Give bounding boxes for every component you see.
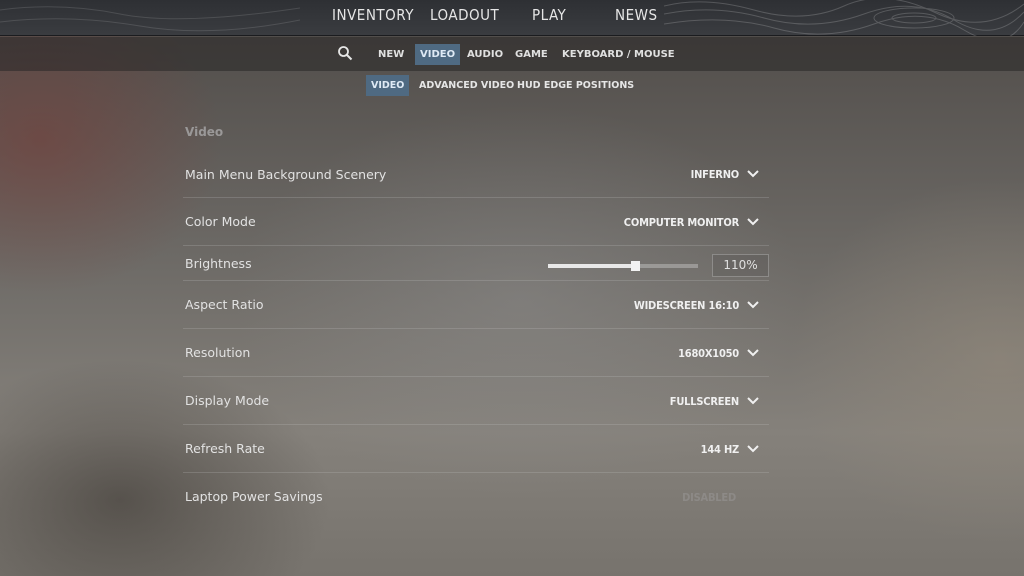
- tab-game[interactable]: GAME: [510, 44, 553, 65]
- setting-row-aspect-ratio: Aspect Ratio WIDESCREEN 16:10: [183, 281, 769, 329]
- dropdown-value: FULLSCREEN: [669, 394, 739, 408]
- tab-audio[interactable]: AUDIO: [462, 44, 508, 65]
- setting-row-color-mode: Color Mode COMPUTER MONITOR: [183, 198, 769, 246]
- brightness-value-field[interactable]: 110%: [712, 254, 769, 277]
- dropdown-value: 1680X1050: [678, 346, 739, 360]
- setting-label: Main Menu Background Scenery: [185, 167, 387, 182]
- dropdown-value: WIDESCREEN 16:10: [633, 298, 739, 312]
- search-icon[interactable]: [337, 45, 353, 61]
- dropdown-value-disabled: DISABLED: [682, 490, 736, 504]
- setting-row-display-mode: Display Mode FULLSCREEN: [183, 377, 769, 425]
- subtab-advanced-video[interactable]: ADVANCED VIDEO: [414, 75, 519, 96]
- color-mode-dropdown[interactable]: COMPUTER MONITOR: [624, 212, 759, 232]
- slider-fill: [548, 264, 635, 268]
- setting-row-refresh-rate: Refresh Rate 144 HZ: [183, 425, 769, 473]
- brightness-slider[interactable]: [548, 261, 698, 271]
- setting-label: Laptop Power Savings: [185, 489, 323, 504]
- laptop-power-savings-dropdown: DISABLED: [682, 487, 736, 507]
- nav-inventory[interactable]: INVENTORY: [332, 6, 414, 28]
- topographic-pattern: [0, 6, 300, 32]
- chevron-down-icon: [747, 218, 759, 226]
- dropdown-value: INFERNO: [690, 167, 740, 181]
- setting-label: Brightness: [185, 256, 252, 271]
- nav-news[interactable]: NEWS: [615, 6, 658, 28]
- subtab-video[interactable]: VIDEO: [366, 75, 410, 96]
- setting-label: Refresh Rate: [185, 441, 265, 456]
- setting-row-resolution: Resolution 1680X1050: [183, 329, 769, 377]
- setting-label: Color Mode: [185, 214, 256, 229]
- dropdown-value: 144 HZ: [700, 442, 740, 456]
- aspect-ratio-dropdown[interactable]: WIDESCREEN 16:10: [634, 295, 759, 315]
- tab-keyboard-mouse[interactable]: KEYBOARD / MOUSE: [557, 44, 680, 65]
- nav-play[interactable]: PLAY: [532, 6, 566, 28]
- subtab-hud-edge-positions[interactable]: HUD EDGE POSITIONS: [512, 75, 639, 96]
- topographic-pattern: [664, 0, 1024, 36]
- tab-new[interactable]: NEW: [373, 44, 409, 65]
- settings-tab-bar: NEW VIDEO AUDIO GAME KEYBOARD / MOUSE: [0, 37, 1024, 71]
- setting-row-brightness: Brightness 110%: [183, 246, 769, 281]
- resolution-dropdown[interactable]: 1680X1050: [678, 343, 759, 363]
- chevron-down-icon: [747, 397, 759, 405]
- display-mode-dropdown[interactable]: FULLSCREEN: [670, 391, 759, 411]
- setting-label: Display Mode: [185, 393, 270, 408]
- setting-label: Resolution: [185, 345, 251, 360]
- chevron-down-icon: [747, 445, 759, 453]
- chevron-down-icon: [747, 301, 759, 309]
- nav-loadout[interactable]: LOADOUT: [430, 6, 499, 28]
- refresh-rate-dropdown[interactable]: 144 HZ: [701, 439, 759, 459]
- top-navigation-bar: INVENTORY LOADOUT PLAY NEWS: [0, 0, 1024, 36]
- setting-row-main-menu-background: Main Menu Background Scenery INFERNO: [183, 151, 769, 198]
- main-menu-background-dropdown[interactable]: INFERNO: [691, 164, 759, 184]
- dropdown-value: COMPUTER MONITOR: [623, 215, 739, 229]
- setting-label: Aspect Ratio: [185, 297, 264, 312]
- chevron-down-icon: [747, 170, 759, 178]
- tab-video[interactable]: VIDEO: [415, 44, 461, 65]
- slider-handle[interactable]: [631, 261, 640, 271]
- chevron-down-icon: [747, 349, 759, 357]
- section-title: Video: [185, 125, 224, 139]
- setting-row-laptop-power-savings: Laptop Power Savings DISABLED: [183, 473, 769, 521]
